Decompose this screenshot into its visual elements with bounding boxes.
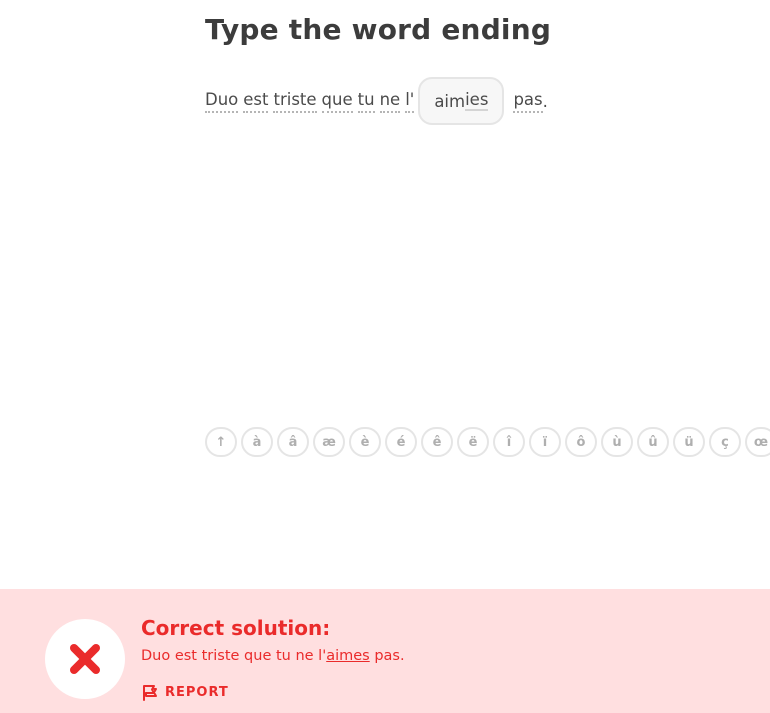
char-key[interactable]: è [349,427,381,457]
char-key[interactable]: ï [529,427,561,457]
sentence-word[interactable]: est [243,90,269,113]
char-key[interactable]: î [493,427,525,457]
shift-key[interactable]: ↑ [205,427,237,457]
char-key[interactable]: ù [601,427,633,457]
char-key[interactable]: ê [421,427,453,457]
sentence-word[interactable]: tu [357,90,375,113]
sentence-word[interactable]: que [321,90,353,113]
special-characters-keyboard: ↑ à â æ è é ê ë î ï ô ù û ü ç œ [205,427,770,457]
challenge-sentence: Duo est triste que tu ne l' aim ies pas. [205,76,548,126]
typed-ending: ies [465,90,489,111]
char-key[interactable]: ü [673,427,705,457]
solution-highlight: aimes [326,648,370,664]
result-badge [45,619,125,699]
feedback-title: Correct solution: [141,616,331,640]
char-key[interactable]: é [385,427,417,457]
char-key[interactable]: ô [565,427,597,457]
sentence-word[interactable]: l' [405,90,415,113]
char-key[interactable]: à [241,427,273,457]
flag-icon [143,685,157,701]
sentence-word[interactable]: ne [379,90,401,113]
report-label: REPORT [165,684,229,700]
sentence-word[interactable]: pas [513,90,543,113]
report-button[interactable]: REPORT [141,683,229,701]
sentence-word[interactable]: triste [273,90,317,113]
correct-solution-text: Duo est triste que tu ne l'aimes pas. [141,648,405,664]
sentence-word[interactable]: Duo [205,90,239,113]
char-key[interactable]: ë [457,427,489,457]
char-key[interactable]: æ [313,427,345,457]
char-key[interactable]: œ [745,427,770,457]
solution-start: Duo est triste que tu ne l' [141,648,327,664]
solution-end: pas. [369,648,405,664]
word-ending-input[interactable]: aim ies [418,77,505,125]
char-key[interactable]: â [277,427,309,457]
x-mark-icon [70,644,100,674]
char-key[interactable]: ç [709,427,741,457]
sentence-punctuation: . [542,91,548,111]
feedback-panel: Correct solution: Duo est triste que tu … [0,589,770,713]
char-key[interactable]: û [637,427,669,457]
page-title: Type the word ending [205,13,552,46]
word-prefix: aim [434,91,466,111]
